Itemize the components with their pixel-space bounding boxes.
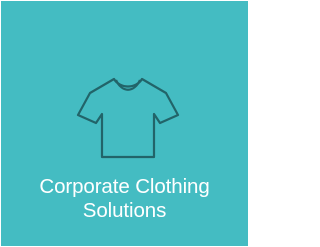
- t-shirt-icon: [76, 71, 180, 159]
- corporate-clothing-solutions-tile[interactable]: Corporate Clothing Solutions: [1, 1, 248, 246]
- tile-title: Corporate Clothing Solutions: [1, 175, 248, 223]
- tile-title-line-1: Corporate Clothing: [39, 175, 210, 198]
- tile-title-line-2: Solutions: [82, 199, 167, 222]
